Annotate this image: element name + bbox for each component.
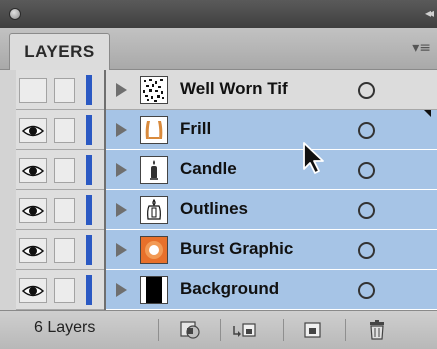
layer-color-indicator [86, 115, 92, 145]
layer-color-indicator [86, 195, 92, 225]
layer-row[interactable]: Candle [0, 150, 437, 190]
lock-toggle[interactable] [54, 158, 75, 183]
lock-toggle[interactable] [54, 198, 75, 223]
visibility-toggle[interactable] [19, 158, 47, 183]
layer-color-indicator [86, 155, 92, 185]
layer-visibility-column [16, 110, 106, 150]
layers-panel: ◂◂ LAYERS ▾≡ Well Worn Tif Frill Candle … [0, 0, 437, 349]
selected-art-indicator [424, 110, 431, 117]
footer-divider [220, 319, 221, 341]
panel-menu-icon[interactable]: ▾≡ [412, 40, 431, 56]
layer-name[interactable]: Outlines [180, 199, 248, 219]
close-button[interactable] [9, 8, 21, 20]
expand-triangle-icon[interactable] [116, 83, 127, 97]
layer-row[interactable]: Well Worn Tif [0, 70, 437, 110]
target-circle-icon[interactable] [358, 202, 375, 219]
layer-row[interactable]: Burst Graphic [0, 230, 437, 270]
column-divider [104, 70, 106, 310]
create-sublayer-icon[interactable] [232, 318, 258, 342]
expand-triangle-icon[interactable] [116, 283, 127, 297]
layer-row-main[interactable]: Candle [106, 150, 437, 190]
layer-name[interactable]: Burst Graphic [180, 239, 293, 259]
make-clipping-mask-icon[interactable] [178, 318, 204, 342]
expand-triangle-icon[interactable] [116, 243, 127, 257]
collapse-panel-icon[interactable]: ◂◂ [425, 6, 434, 20]
target-circle-icon[interactable] [358, 282, 375, 299]
layer-row-main[interactable]: Outlines [106, 190, 437, 230]
frill-thumbnail [140, 116, 168, 144]
layer-color-indicator [86, 275, 92, 305]
layer-row-main[interactable]: Frill [106, 110, 437, 150]
layer-color-indicator [86, 75, 92, 105]
layer-row-main[interactable]: Well Worn Tif [106, 70, 437, 110]
footer-divider [158, 319, 159, 341]
eye-icon [22, 205, 44, 216]
footer-divider [345, 319, 346, 341]
target-circle-icon[interactable] [358, 242, 375, 259]
layer-count: 6 Layers [34, 319, 96, 336]
tab-layers[interactable]: LAYERS [9, 33, 110, 70]
visibility-toggle[interactable] [19, 78, 47, 103]
background-thumbnail [140, 276, 168, 304]
lock-toggle[interactable] [54, 238, 75, 263]
layer-color-indicator [86, 235, 92, 265]
layer-name[interactable]: Candle [180, 159, 237, 179]
layer-name[interactable]: Well Worn Tif [180, 79, 288, 99]
layer-row[interactable]: Outlines [0, 190, 437, 230]
candle-thumbnail [140, 156, 168, 184]
lock-toggle[interactable] [54, 278, 75, 303]
layer-visibility-column [16, 270, 106, 310]
texture-thumbnail [140, 76, 168, 104]
layer-name[interactable]: Background [180, 279, 279, 299]
panel-footer: 6 Layers [0, 310, 437, 349]
layer-row[interactable]: Frill [0, 110, 437, 150]
layer-visibility-column [16, 70, 106, 110]
footer-divider [283, 319, 284, 341]
create-new-layer-icon[interactable] [300, 318, 326, 342]
target-circle-icon[interactable] [358, 82, 375, 99]
layer-list: Well Worn Tif Frill Candle Outlines Burs… [0, 70, 437, 310]
eye-icon [22, 165, 44, 176]
visibility-toggle[interactable] [19, 278, 47, 303]
target-circle-icon[interactable] [358, 162, 375, 179]
visibility-toggle[interactable] [19, 238, 47, 263]
eye-icon [22, 125, 44, 136]
outline-thumbnail [140, 196, 168, 224]
visibility-toggle[interactable] [19, 118, 47, 143]
layer-name[interactable]: Frill [180, 119, 211, 139]
expand-triangle-icon[interactable] [116, 123, 127, 137]
lock-toggle[interactable] [54, 78, 75, 103]
lock-toggle[interactable] [54, 118, 75, 143]
visibility-toggle[interactable] [19, 198, 47, 223]
target-circle-icon[interactable] [358, 122, 375, 139]
layer-visibility-column [16, 230, 106, 270]
expand-triangle-icon[interactable] [116, 163, 127, 177]
expand-triangle-icon[interactable] [116, 203, 127, 217]
layer-visibility-column [16, 190, 106, 230]
layer-row[interactable]: Background [0, 270, 437, 310]
panel-titlebar[interactable]: ◂◂ [0, 0, 437, 28]
layer-row-main[interactable]: Burst Graphic [106, 230, 437, 270]
eye-icon [22, 285, 44, 296]
eye-icon [22, 245, 44, 256]
burst-thumbnail [140, 236, 168, 264]
layer-row-main[interactable]: Background [106, 270, 437, 310]
layer-visibility-column [16, 150, 106, 190]
panel-tabbar: LAYERS ▾≡ [0, 28, 437, 70]
trash-icon[interactable] [364, 318, 390, 342]
